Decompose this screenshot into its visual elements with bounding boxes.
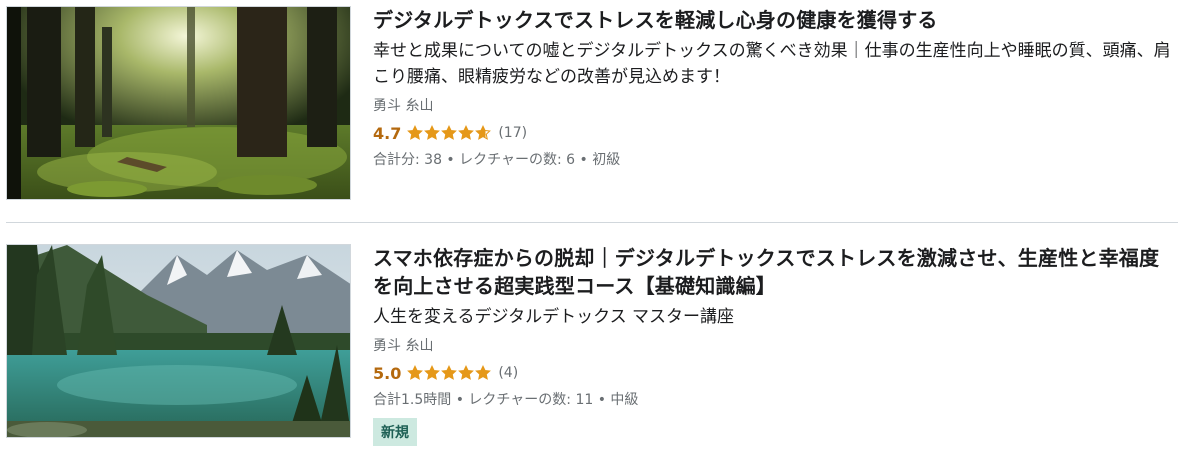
star-full-icon	[407, 125, 424, 140]
course-meta: 合計1.5時間 • レクチャーの数: 11 • 中級	[373, 392, 639, 408]
forest-image	[7, 7, 350, 199]
star-full-icon	[458, 125, 475, 140]
new-badge: 新規	[373, 418, 417, 446]
rating-row: 5.0 (4)	[373, 362, 1173, 384]
course-meta: 合計分: 38 • レクチャーの数: 6 • 初級	[373, 152, 621, 168]
star-half-icon	[475, 125, 492, 140]
star-full-icon	[424, 125, 441, 140]
star-full-icon	[441, 125, 458, 140]
course-title[interactable]: デジタルデトックスでストレスを軽減し心身の健康を獲得する	[373, 6, 1173, 34]
course-thumbnail-lake[interactable]	[6, 244, 351, 438]
star-full-icon	[407, 365, 424, 380]
rating-value: 5.0	[373, 363, 402, 383]
course-title[interactable]: スマホ依存症からの脱却｜デジタルデトックスでストレスを激減させ、生産性と幸福度を…	[373, 244, 1173, 300]
star-full-icon	[475, 365, 492, 380]
course-info: デジタルデトックスでストレスを軽減し心身の健康を獲得する 幸せと成果についての嘘…	[373, 6, 1173, 170]
star-full-icon	[441, 365, 458, 380]
star-full-icon	[458, 365, 475, 380]
mountain-lake-image	[7, 245, 350, 437]
star-rating	[407, 125, 492, 141]
course-author: 勇斗 糸山	[373, 98, 434, 114]
course-thumbnail-forest[interactable]	[6, 6, 351, 200]
course-author: 勇斗 糸山	[373, 338, 434, 354]
star-rating	[407, 365, 492, 381]
course-headline: 幸せと成果についての嘘とデジタルデトックスの驚くべき効果｜仕事の生産性向上や睡眠…	[373, 41, 1171, 87]
star-full-icon	[424, 365, 441, 380]
rating-value: 4.7	[373, 123, 402, 143]
course-card[interactable]: スマホ依存症からの脱却｜デジタルデトックスでストレスを激減させ、生産性と幸福度を…	[6, 244, 1178, 446]
rating-row: 4.7 (17)	[373, 122, 1173, 144]
course-headline: 人生を変えるデジタルデトックス マスター講座	[373, 307, 735, 327]
review-count: (17)	[498, 125, 528, 141]
course-card[interactable]: デジタルデトックスでストレスを軽減し心身の健康を獲得する 幸せと成果についての嘘…	[6, 6, 1178, 202]
course-info: スマホ依存症からの脱却｜デジタルデトックスでストレスを激減させ、生産性と幸福度を…	[373, 244, 1173, 446]
review-count: (4)	[498, 365, 519, 381]
divider	[6, 222, 1178, 223]
